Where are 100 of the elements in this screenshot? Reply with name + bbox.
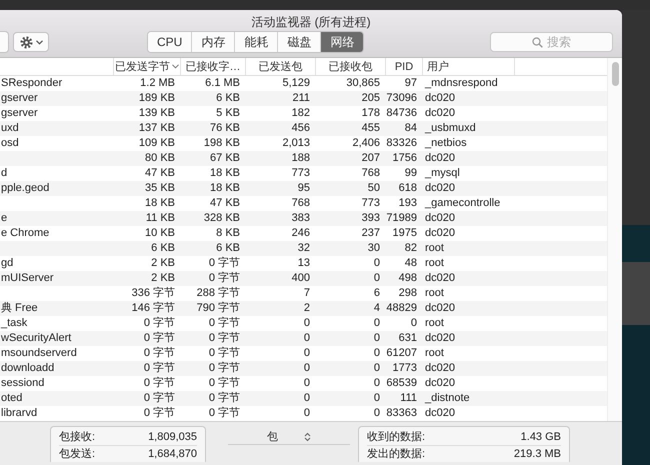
- table-cell: 18 KB: [210, 167, 240, 179]
- column-header[interactable]: 已发送包: [245, 58, 315, 75]
- table-cell: 5,129: [282, 77, 310, 89]
- settings-button[interactable]: [13, 32, 49, 52]
- table-cell: _mysql: [425, 167, 460, 179]
- table-cell: 48: [404, 257, 417, 269]
- process-name: mUIServer: [1, 272, 54, 284]
- table-cell: 83363: [386, 407, 417, 419]
- table-cell: _usbmuxd: [425, 122, 476, 134]
- table-cell: 11 KB: [146, 212, 175, 224]
- tab[interactable]: 网络: [321, 32, 364, 52]
- table-cell: 6 KB: [216, 92, 240, 104]
- stat-label: 包接收:: [59, 430, 96, 445]
- table-cell: 790 字节: [196, 302, 240, 314]
- process-name: librarvd: [1, 407, 38, 419]
- table-cell: 0: [304, 317, 310, 329]
- table-cell: 2: [304, 302, 310, 314]
- table-cell: 205: [362, 92, 380, 104]
- table-cell: 13: [298, 257, 310, 269]
- search-icon: [532, 36, 543, 48]
- table-cell: 4: [374, 302, 380, 314]
- table-cell: 82: [404, 242, 417, 254]
- scrollbar[interactable]: [607, 58, 622, 421]
- table-cell: 0: [304, 392, 310, 404]
- stat-label: 发出的数据:: [367, 447, 426, 462]
- column-header[interactable]: PID: [385, 58, 422, 75]
- table-cell: 198 KB: [204, 137, 240, 149]
- table-cell: root: [425, 347, 444, 359]
- column-header[interactable]: 已接收包: [315, 58, 385, 75]
- process-name: msoundserverd: [1, 347, 77, 359]
- table-cell: 111: [400, 392, 417, 404]
- table-cell: 2 KB: [151, 257, 175, 269]
- settings-icon: [20, 36, 32, 48]
- table-cell: 50: [368, 182, 380, 194]
- table-cell: 0: [374, 347, 380, 359]
- table-cell: 182: [292, 107, 310, 119]
- table-cell: 298: [398, 287, 417, 299]
- unit-select[interactable]: 包: [228, 429, 350, 445]
- table-cell: 0 字节: [208, 272, 240, 284]
- table-cell: 618: [398, 182, 417, 194]
- table-cell: 0: [304, 362, 310, 374]
- process-name: wSecurityAlert: [1, 332, 72, 344]
- sort-caret-icon: [172, 64, 179, 69]
- table-cell: root: [425, 287, 444, 299]
- table-cell: 30,865: [346, 77, 380, 89]
- table-cell: 47 KB: [145, 167, 175, 179]
- table-cell: 0 字节: [208, 332, 240, 344]
- column-header[interactable]: 已接收字…: [180, 58, 245, 75]
- table-cell: dc020: [425, 302, 455, 314]
- table-cell: 0 字节: [144, 362, 175, 374]
- table-cell: 0 字节: [208, 257, 240, 269]
- scroll-thumb[interactable]: [612, 62, 618, 86]
- toolbar-button[interactable]: [0, 31, 9, 53]
- table-cell: 1975: [392, 227, 417, 239]
- table-cell: _netbios: [425, 137, 467, 149]
- table-cell: 99: [404, 167, 417, 179]
- column-header[interactable]: 用户: [422, 58, 514, 75]
- table-cell: 32: [298, 242, 310, 254]
- table-cell: dc020: [425, 182, 455, 194]
- table-cell: 0: [304, 332, 310, 344]
- table-cell: 456: [292, 122, 310, 134]
- table-cell: 193: [398, 197, 417, 209]
- table-cell: 146 字节: [132, 302, 175, 314]
- table-cell: dc020: [425, 272, 455, 284]
- process-name: osd: [1, 137, 19, 149]
- table-cell: 68539: [386, 377, 417, 389]
- table-cell: 137 KB: [138, 122, 175, 134]
- tab[interactable]: CPU: [148, 32, 192, 52]
- table-cell: 237: [362, 227, 380, 239]
- table-cell: 61207: [386, 347, 417, 359]
- table-cell: dc020: [425, 92, 455, 104]
- table-cell: 178: [362, 107, 380, 119]
- table-cell: 498: [398, 272, 417, 284]
- table-cell: 288 字节: [196, 287, 240, 299]
- stat-value: 1,809,035: [148, 430, 197, 445]
- table-cell: _gamecontrolle: [425, 197, 500, 209]
- table-cell: 2,013: [282, 137, 310, 149]
- table-cell: 18 KB: [210, 182, 240, 194]
- process-name: _task: [1, 317, 28, 329]
- table-cell: 0: [304, 347, 310, 359]
- table-cell: 211: [292, 92, 310, 104]
- table-cell: dc020: [425, 212, 455, 224]
- table-cell: 0: [304, 407, 310, 419]
- table-cell: 2,406: [352, 137, 380, 149]
- table-cell: 1756: [392, 152, 417, 164]
- process-name: sessiond: [1, 377, 44, 389]
- stat-value: 219.3 MB: [514, 447, 561, 462]
- window-title: 活动监视器 (所有进程): [250, 14, 372, 30]
- process-name: SResponder: [1, 77, 62, 89]
- table-cell: 773: [362, 197, 380, 209]
- column-header[interactable]: 已发送字节: [113, 58, 180, 75]
- table-cell: 95: [298, 182, 310, 194]
- process-name: gserver: [1, 92, 38, 104]
- table-cell: 0 字节: [208, 407, 240, 419]
- table-cell: 768: [292, 197, 310, 209]
- table-cell: 188: [292, 152, 310, 164]
- table-cell: 455: [362, 122, 380, 134]
- table-cell: 328 KB: [204, 212, 240, 224]
- table-cell: 84736: [386, 107, 417, 119]
- table-cell: 83326: [386, 137, 417, 149]
